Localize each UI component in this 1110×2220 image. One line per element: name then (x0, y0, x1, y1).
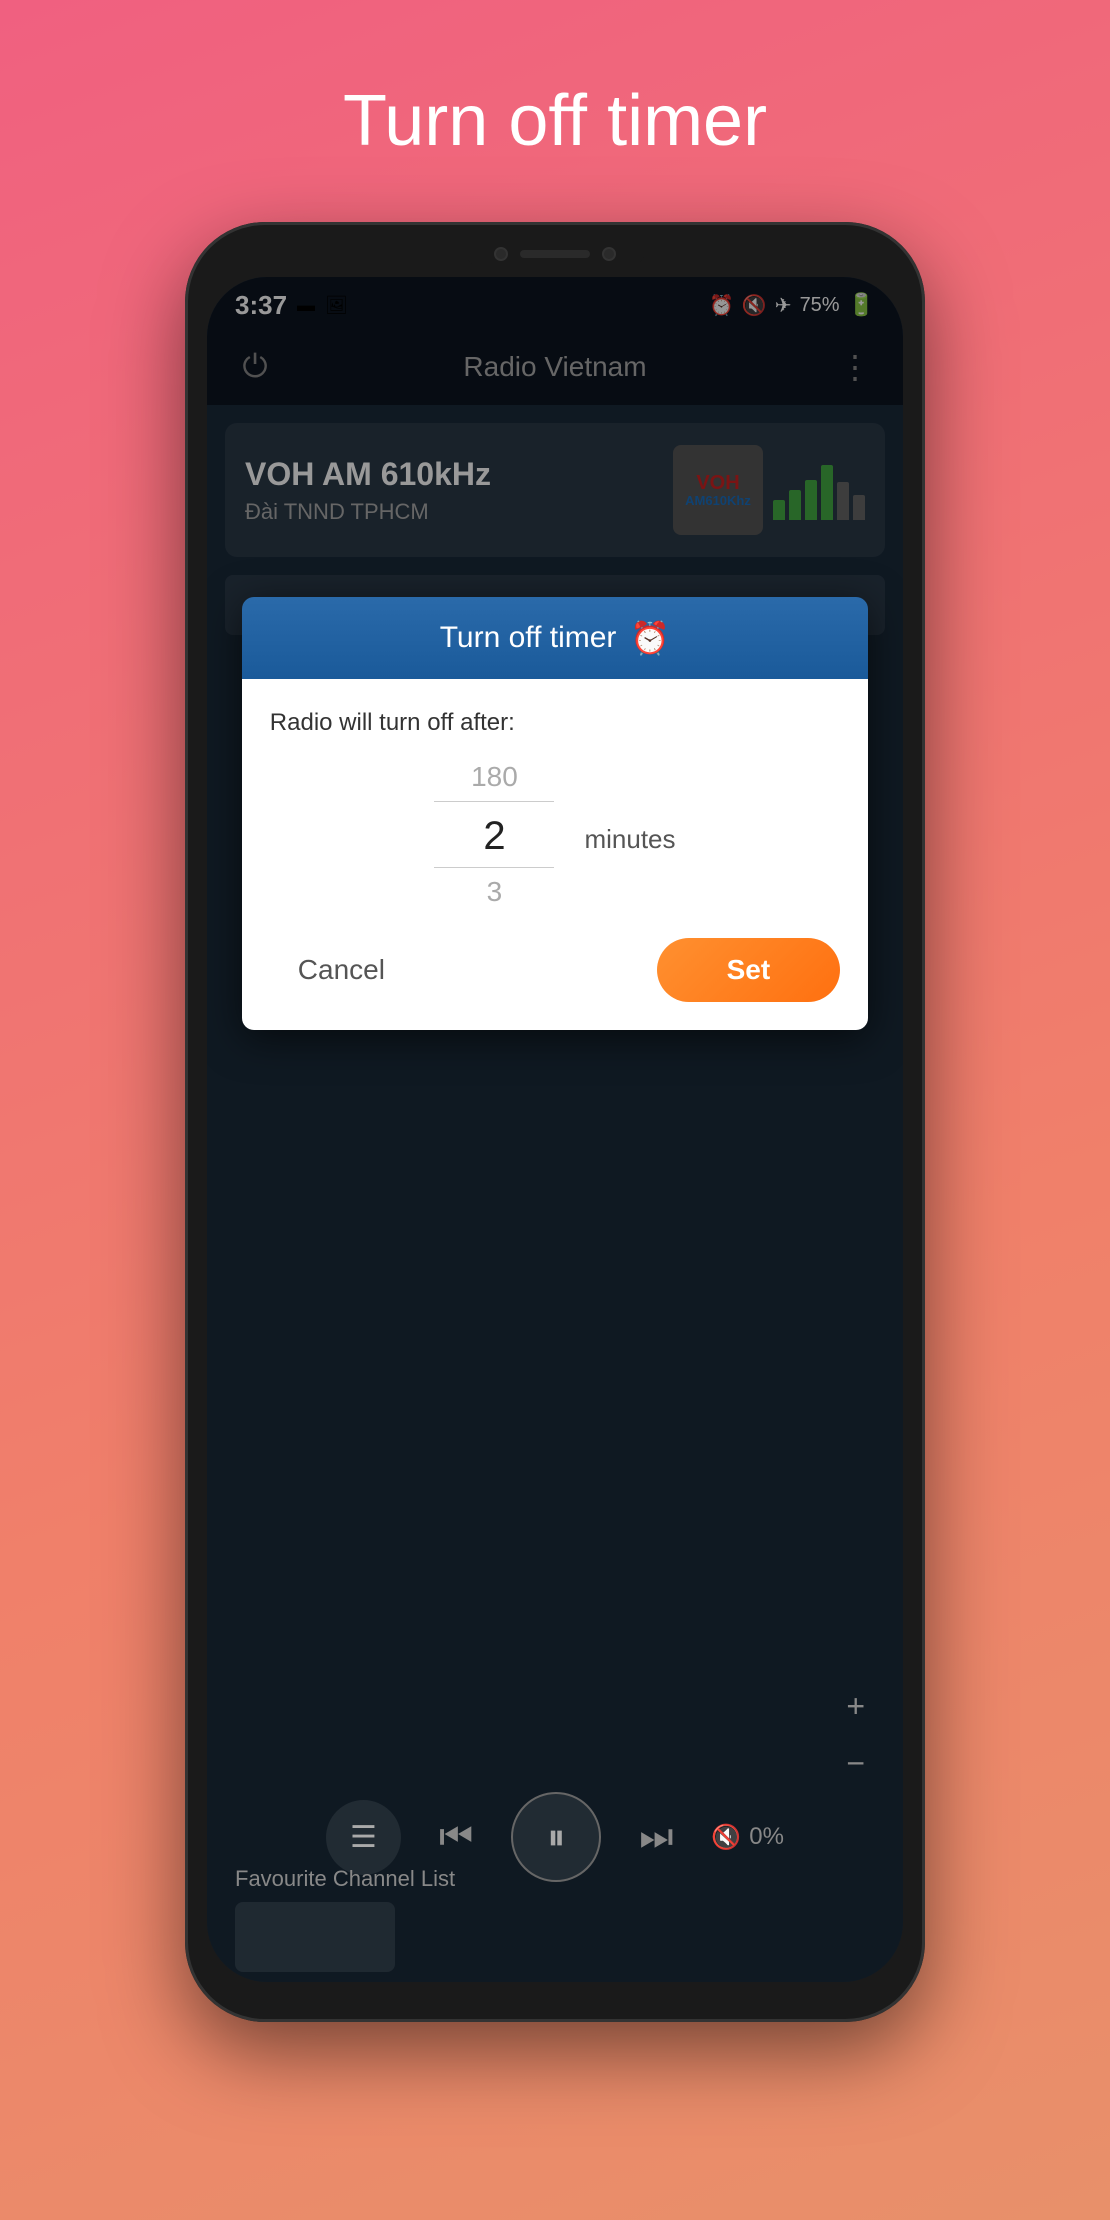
favourites-section: Favourite Channel List (207, 1856, 903, 1982)
cancel-button[interactable]: Cancel (270, 940, 413, 1000)
phone-notch (465, 240, 645, 268)
spinner-below-value: 3 (434, 867, 554, 908)
dialog-description: Radio will turn off after: (270, 709, 840, 737)
volume-display: 🔇 0% (711, 1823, 784, 1852)
turn-off-timer-dialog: Turn off timer ⏰ Radio will turn off aft… (242, 597, 868, 1030)
volume-up-button[interactable]: + (846, 1688, 865, 1725)
timer-spinner[interactable]: 180 2 3 (434, 761, 554, 908)
dialog-header: Turn off timer ⏰ (242, 597, 868, 679)
timer-picker: 180 2 3 minutes (270, 761, 840, 908)
set-button[interactable]: Set (657, 938, 841, 1002)
volume-level: 0% (749, 1823, 784, 1851)
dialog-alarm-icon: ⏰ (630, 619, 670, 657)
next-button[interactable]: ⏭ (639, 1816, 673, 1859)
phone-screen: 3:37 ▬ 🖼 ⏰ 🔇 ✈ 75% 🔋 ⏻ Radio Vietnam ⋮ V… (207, 277, 903, 1982)
volume-down-button[interactable]: − (846, 1745, 865, 1782)
list-icon: ☰ (350, 1820, 377, 1855)
dialog-body: Radio will turn off after: 180 2 3 minut… (242, 679, 868, 1030)
dialog-overlay: Turn off timer ⏰ Radio will turn off aft… (207, 277, 903, 1982)
volume-adjustment: + − (846, 1688, 865, 1782)
dialog-title: Turn off timer (440, 621, 617, 655)
notch-camera (494, 247, 508, 261)
spinner-above-value: 180 (434, 761, 554, 802)
dialog-actions: Cancel Set (270, 938, 840, 1002)
timer-unit-label: minutes (584, 824, 675, 855)
notch-speaker (520, 250, 590, 258)
favourite-channel-item[interactable] (235, 1902, 395, 1972)
spinner-current-value: 2 (434, 802, 554, 867)
favourites-label: Favourite Channel List (235, 1866, 875, 1892)
phone-frame: 3:37 ▬ 🖼 ⏰ 🔇 ✈ 75% 🔋 ⏻ Radio Vietnam ⋮ V… (185, 222, 925, 2022)
pause-icon: ⏸ (547, 1816, 565, 1859)
volume-icon: 🔇 (711, 1823, 741, 1852)
prev-button[interactable]: ⏮ (439, 1816, 473, 1859)
page-title: Turn off timer (343, 80, 767, 162)
notch-front-sensor (602, 247, 616, 261)
